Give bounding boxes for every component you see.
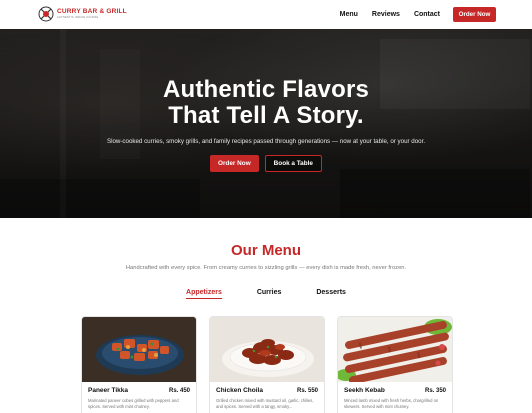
- hero-title-line2: That Tell A Story.: [168, 102, 364, 129]
- hero-order-now-button[interactable]: Order Now: [210, 155, 259, 172]
- menu-section-title: Our Menu: [231, 242, 301, 259]
- tab-appetizers[interactable]: Appetizers: [186, 289, 222, 299]
- hero-section: Authentic Flavors That Tell A Story. Slo…: [0, 29, 532, 218]
- menu-card-chicken-choila[interactable]: Chicken Choila Rs. 550 Grilled chicken m…: [209, 316, 325, 413]
- nav-link-contact[interactable]: Contact: [414, 11, 440, 18]
- book-table-button[interactable]: Book a Table: [264, 155, 322, 172]
- tab-curries[interactable]: Curries: [257, 289, 282, 299]
- hero-title-line1: Authentic Flavors: [162, 76, 370, 103]
- menu-section-subtitle: Handcrafted with every spice. From cream…: [125, 265, 407, 271]
- item-price: Rs. 350: [424, 388, 446, 394]
- hero-buttons: Order Now Book a Table: [0, 155, 532, 172]
- item-name: Chicken Choila: [216, 387, 263, 394]
- menu-card-paneer-tikka[interactable]: Paneer Tikka Rs. 450 Marinated paneer cu…: [81, 316, 197, 413]
- paneer-tikka-image: [82, 317, 196, 382]
- tab-desserts[interactable]: Desserts: [316, 289, 346, 299]
- item-price: Rs. 450: [168, 388, 190, 394]
- grill-logo-icon: [38, 6, 54, 22]
- nav-order-now-button[interactable]: Order Now: [453, 7, 496, 22]
- top-navbar: CURRY BAR & GRILL AUTHENTIC INDIAN CUISI…: [0, 0, 532, 29]
- brand-tagline: AUTHENTIC INDIAN CUISINE: [57, 15, 99, 19]
- item-description: Marinated paneer cubes grilled with pepp…: [88, 398, 179, 409]
- nav-links: Menu Reviews Contact: [340, 0, 440, 29]
- item-price: Rs. 550: [296, 388, 318, 394]
- item-name: Paneer Tikka: [88, 387, 128, 394]
- menu-card-seekh-kebab[interactable]: Seekh Kebab Rs. 350 Minced lamb mixed wi…: [337, 316, 453, 413]
- hero-title: Authentic Flavors That Tell A Story.: [0, 77, 532, 129]
- menu-cards: Paneer Tikka Rs. 450 Marinated paneer cu…: [81, 316, 453, 413]
- seekh-kebab-image: [338, 317, 452, 382]
- nav-link-reviews[interactable]: Reviews: [372, 11, 400, 18]
- chicken-choila-image: [210, 317, 324, 382]
- hero-subtitle: Slow-cooked curries, smoky grills, and f…: [106, 138, 426, 145]
- item-description: Grilled chicken mixed with mustard oil, …: [216, 398, 314, 409]
- menu-tabs: Appetizers Curries Desserts: [0, 289, 532, 299]
- item-description: Minced lamb mixed with fresh herbs, char…: [344, 398, 439, 409]
- brand-name: CURRY BAR & GRILL: [57, 8, 127, 15]
- item-name: Seekh Kebab: [344, 387, 385, 394]
- nav-link-menu[interactable]: Menu: [340, 11, 358, 18]
- brand-logo[interactable]: CURRY BAR & GRILL AUTHENTIC INDIAN CUISI…: [38, 6, 127, 22]
